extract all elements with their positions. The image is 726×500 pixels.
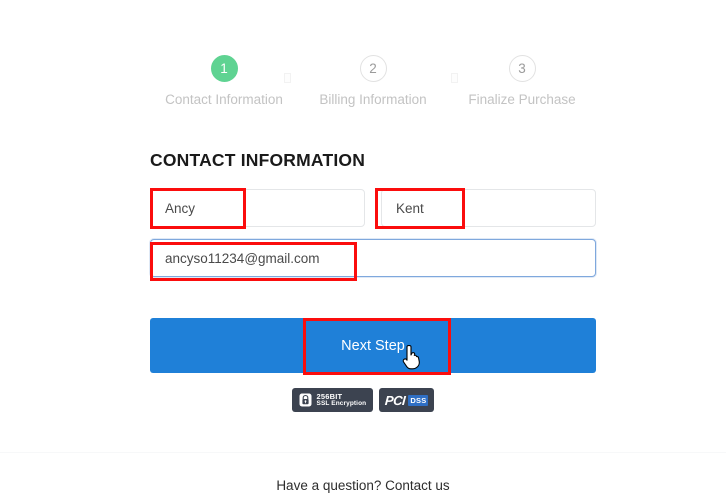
step-1-circle: 1 xyxy=(210,55,238,82)
step-2-circle: 2 xyxy=(359,55,387,82)
step-3-circle: 3 xyxy=(508,55,536,82)
trust-badges: 256BIT SSL Encryption PCI DSS xyxy=(0,388,726,412)
ssl-badge-text: 256BIT SSL Encryption xyxy=(316,392,367,408)
pci-badge-standard: DSS xyxy=(408,394,429,406)
step-connector-1-icon xyxy=(284,73,291,83)
lock-icon xyxy=(299,393,312,407)
first-name-input[interactable] xyxy=(150,189,365,227)
page-title: CONTACT INFORMATION xyxy=(150,150,366,170)
checkout-stepper: 1 Contact Information 2 Billing Informat… xyxy=(150,55,596,107)
ssl-badge: 256BIT SSL Encryption xyxy=(291,388,374,412)
name-row xyxy=(150,189,596,227)
step-connector-2-icon xyxy=(451,73,458,83)
checkout-page: 1 Contact Information 2 Billing Informat… xyxy=(0,0,726,500)
contact-information-form xyxy=(150,189,596,289)
pci-badge-brand: PCI xyxy=(384,392,406,408)
ssl-badge-label: SSL Encryption xyxy=(316,399,367,407)
step-contact-information[interactable]: 1 Contact Information xyxy=(150,55,298,107)
next-step-button[interactable]: Next Step xyxy=(150,318,596,373)
step-finalize-purchase[interactable]: 3 Finalize Purchase xyxy=(448,55,596,107)
step-billing-information[interactable]: 2 Billing Information xyxy=(299,55,447,107)
last-name-input[interactable] xyxy=(381,189,596,227)
email-row xyxy=(150,239,596,277)
footer-divider xyxy=(0,452,726,453)
step-1-label: Contact Information xyxy=(165,92,283,107)
email-input[interactable] xyxy=(150,239,596,277)
step-3-label: Finalize Purchase xyxy=(468,92,576,107)
contact-us-link[interactable]: Have a question? Contact us xyxy=(0,478,726,493)
pci-badge: PCI DSS xyxy=(379,388,435,412)
step-2-label: Billing Information xyxy=(319,92,427,107)
